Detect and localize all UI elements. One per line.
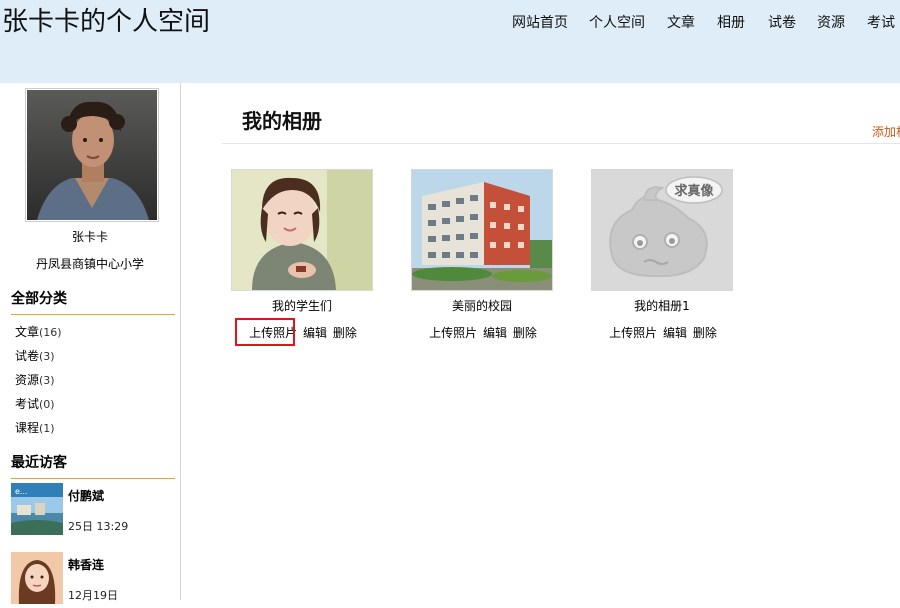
album-actions: 上传照片 编辑 删除 bbox=[403, 324, 563, 342]
album-name[interactable]: 美丽的校园 bbox=[411, 297, 553, 315]
album-actions: 上传照片 编辑 删除 bbox=[223, 324, 383, 342]
edit-album-button[interactable]: 编辑 bbox=[663, 326, 687, 340]
nav-home[interactable]: 网站首页 bbox=[512, 13, 568, 33]
visitor-item: e... 付鹏斌 25日 13:29 bbox=[11, 483, 179, 539]
category-count: (3) bbox=[39, 350, 55, 363]
cover-caption: 求真像 bbox=[674, 183, 714, 199]
visitors-heading: 最近访客 bbox=[11, 453, 175, 479]
category-count: (1) bbox=[39, 422, 55, 435]
visitor-time: 12月19日 bbox=[68, 589, 118, 602]
category-label: 考试 bbox=[15, 397, 40, 411]
upload-photo-button[interactable]: 上传照片 bbox=[429, 326, 477, 340]
category-label: 课程 bbox=[15, 421, 40, 435]
categories-heading: 全部分类 bbox=[11, 289, 175, 315]
site-title: 张卡卡的个人空间 bbox=[2, 7, 211, 37]
visitor-time: 25日 13:29 bbox=[68, 520, 129, 533]
avatar-photo bbox=[27, 90, 157, 220]
edit-album-button[interactable]: 编辑 bbox=[483, 326, 507, 340]
nav-albums[interactable]: 相册 bbox=[717, 13, 745, 33]
album-card: 我的学生们 上传照片 编辑 删除 bbox=[231, 169, 373, 340]
page-title: 我的相册 bbox=[242, 109, 322, 133]
category-item-courses[interactable]: 课程(1) bbox=[15, 416, 175, 440]
category-item-articles[interactable]: 文章(16) bbox=[15, 320, 175, 344]
delete-album-button[interactable]: 删除 bbox=[333, 326, 357, 340]
album-actions: 上传照片 编辑 删除 bbox=[583, 324, 743, 342]
visitor-name[interactable]: 韩香连 bbox=[68, 556, 104, 574]
upload-photo-button[interactable]: 上传照片 bbox=[249, 326, 297, 340]
delete-album-button[interactable]: 删除 bbox=[693, 326, 717, 340]
svg-text:e...: e... bbox=[15, 487, 28, 496]
album-card: 求真像 我的相册1 上传照片 编辑 删除 bbox=[591, 169, 733, 340]
sidebar: 张卡卡 丹凤县商镇中心小学 全部分类 文章(16) 试卷(3) 资源(3) 考试… bbox=[0, 83, 181, 604]
category-item-exams[interactable]: 考试(0) bbox=[15, 392, 175, 416]
album-cover[interactable] bbox=[411, 169, 553, 291]
category-count: (16) bbox=[39, 326, 62, 339]
category-count: (3) bbox=[39, 374, 55, 387]
avatar[interactable] bbox=[25, 88, 159, 222]
category-item-resources[interactable]: 资源(3) bbox=[15, 368, 175, 392]
album-name[interactable]: 我的学生们 bbox=[231, 297, 373, 315]
category-label: 文章 bbox=[15, 325, 40, 339]
user-name: 张卡卡 bbox=[71, 230, 108, 244]
user-school: 丹凤县商镇中心小学 bbox=[35, 257, 144, 271]
category-count: (0) bbox=[39, 398, 55, 411]
album-card: 美丽的校园 上传照片 编辑 删除 bbox=[411, 169, 553, 340]
add-album-link[interactable]: 添加相 bbox=[872, 124, 900, 140]
visitor-name[interactable]: 付鹏斌 bbox=[68, 487, 104, 505]
visitor-avatar[interactable] bbox=[11, 552, 63, 604]
nav-resources[interactable]: 资源 bbox=[817, 13, 845, 33]
visitor-avatar[interactable]: e... bbox=[11, 483, 63, 535]
category-label: 资源 bbox=[15, 373, 40, 387]
album-cover[interactable]: 求真像 bbox=[591, 169, 733, 291]
category-label: 试卷 bbox=[15, 349, 40, 363]
nav-articles[interactable]: 文章 bbox=[667, 13, 695, 33]
nav-papers[interactable]: 试卷 bbox=[768, 13, 796, 33]
album-cover[interactable] bbox=[231, 169, 373, 291]
category-list: 文章(16) 试卷(3) 资源(3) 考试(0) 课程(1) bbox=[15, 320, 175, 440]
nav-exams[interactable]: 考试 bbox=[867, 13, 895, 33]
title-divider bbox=[222, 143, 900, 144]
nav-personal-space[interactable]: 个人空间 bbox=[589, 13, 645, 33]
edit-album-button[interactable]: 编辑 bbox=[303, 326, 327, 340]
category-item-papers[interactable]: 试卷(3) bbox=[15, 344, 175, 368]
page-header: 张卡卡的个人空间 网站首页 个人空间 文章 相册 试卷 资源 考试 bbox=[0, 0, 900, 83]
album-name[interactable]: 我的相册1 bbox=[591, 297, 733, 315]
delete-album-button[interactable]: 删除 bbox=[513, 326, 537, 340]
upload-photo-button[interactable]: 上传照片 bbox=[609, 326, 657, 340]
